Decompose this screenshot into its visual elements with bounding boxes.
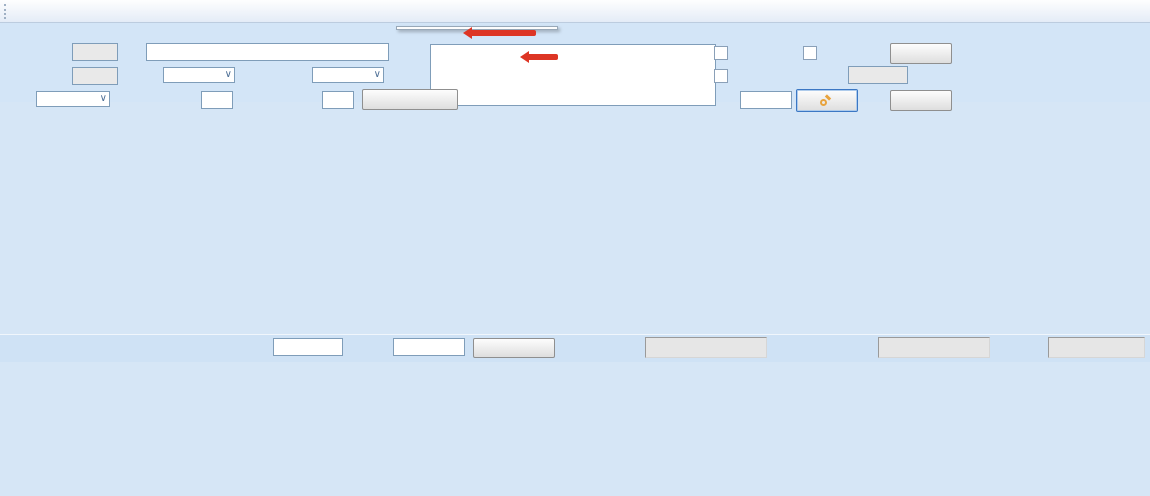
copy-current-button[interactable] bbox=[362, 89, 458, 110]
filter-spec-field[interactable] bbox=[393, 338, 465, 356]
filter-name-field[interactable] bbox=[273, 338, 343, 356]
total-pieces-value bbox=[645, 337, 767, 358]
toolbar-grip-icon bbox=[4, 4, 10, 19]
serial-field[interactable] bbox=[72, 43, 118, 61]
chevron-down-icon: ∨ bbox=[225, 69, 232, 80]
next-order-button[interactable] bbox=[890, 90, 952, 111]
warn-days-field[interactable] bbox=[322, 91, 354, 109]
reset-button[interactable] bbox=[796, 89, 858, 112]
toolbar bbox=[0, 0, 1150, 23]
wrench-icon bbox=[820, 95, 831, 106]
plan-manual-end-checkbox[interactable] bbox=[714, 69, 728, 83]
purchase-request-window: ∨ ∨ ∨ bbox=[0, 0, 1150, 496]
priced-area-value bbox=[1048, 337, 1145, 358]
delay-days-field[interactable] bbox=[201, 91, 233, 109]
annotation-arrow-icon bbox=[463, 27, 536, 39]
note-field[interactable] bbox=[146, 43, 389, 61]
locate-by-condition-button[interactable] bbox=[473, 338, 555, 358]
annotation-arrow-icon bbox=[520, 51, 558, 63]
end-date-combo[interactable]: ∨ bbox=[312, 67, 384, 83]
desc-field[interactable] bbox=[430, 44, 716, 106]
actual-area-value bbox=[878, 337, 990, 358]
operator-field[interactable] bbox=[848, 66, 908, 84]
chevron-down-icon: ∨ bbox=[100, 93, 107, 104]
start-date-combo[interactable]: ∨ bbox=[163, 67, 235, 83]
unit-price-field[interactable] bbox=[740, 91, 792, 109]
purchase-request-form: ∨ ∨ ∨ bbox=[0, 23, 1150, 102]
date-combo[interactable]: ∨ bbox=[36, 91, 110, 107]
plan-manual-start-checkbox[interactable] bbox=[714, 46, 728, 60]
previous-order-button[interactable] bbox=[890, 43, 952, 64]
filter-bar bbox=[0, 334, 1150, 362]
generate-order-checkbox[interactable] bbox=[803, 46, 817, 60]
budget-field[interactable] bbox=[72, 67, 118, 85]
chevron-down-icon: ∨ bbox=[374, 69, 381, 80]
